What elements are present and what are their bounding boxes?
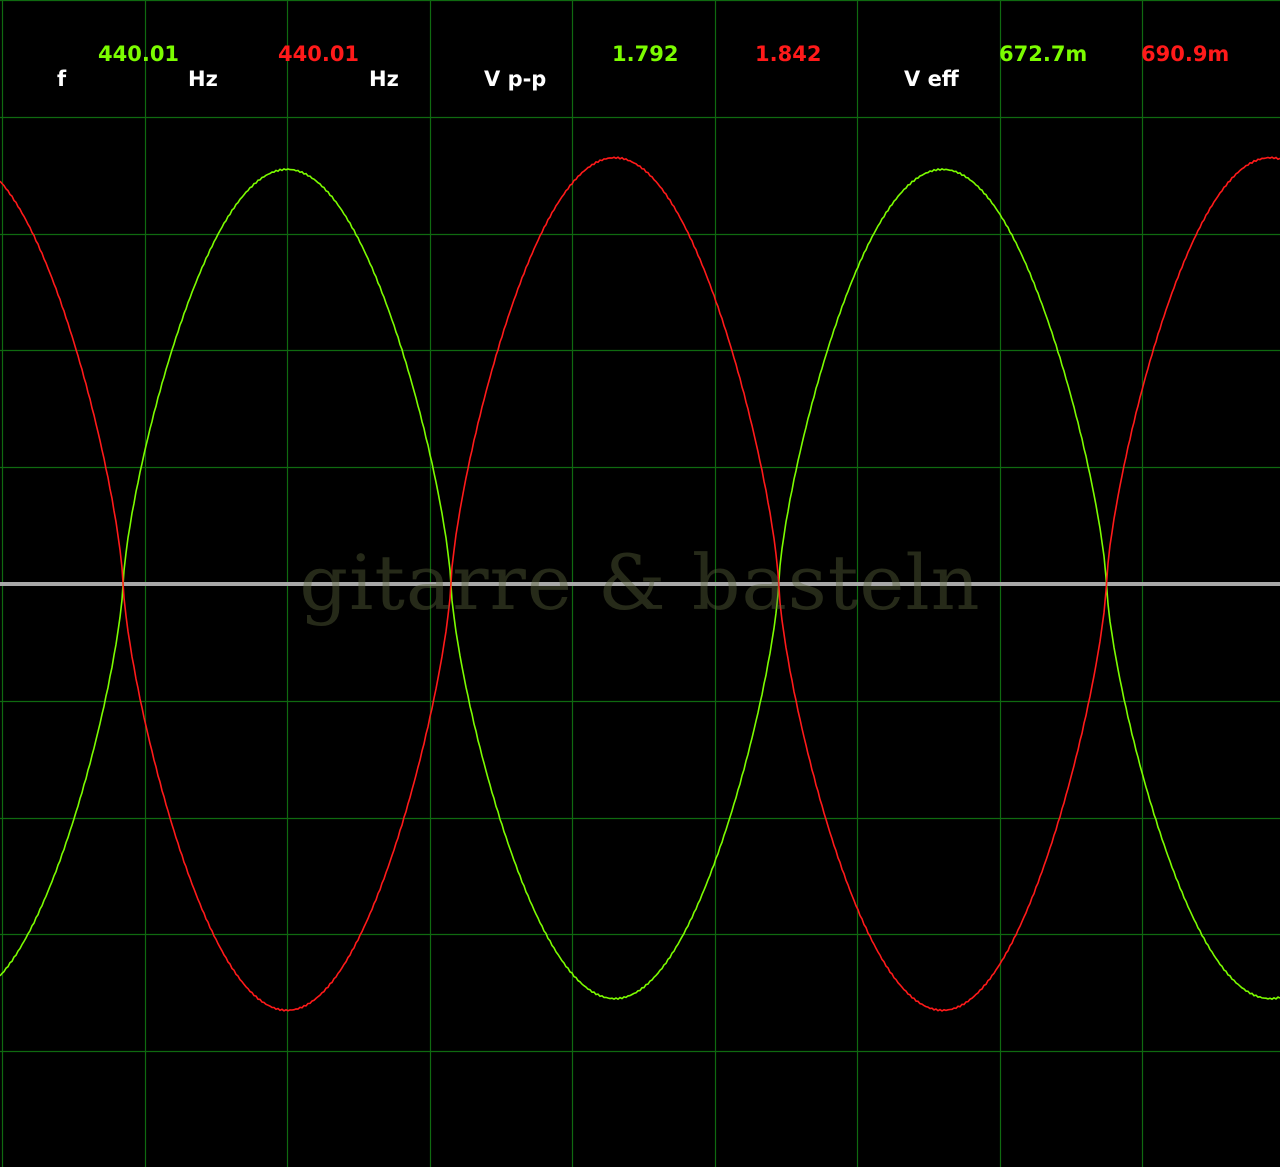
veff-ch2-value: 690.9m [1141, 42, 1230, 66]
frequency-ch2-unit: Hz [369, 67, 399, 91]
oscilloscope-screen: gitarre & basteln f 440.01 Hz 440.01 Hz … [0, 0, 1280, 1167]
vpp-label: V p-p [484, 67, 547, 91]
vpp-ch2-value: 1.842 [755, 42, 822, 66]
veff-label: V eff [904, 67, 959, 91]
veff-ch1-value: 672.7m [999, 42, 1088, 66]
vpp-ch1-value: 1.792 [612, 42, 679, 66]
scope-plot [0, 0, 1280, 1167]
frequency-ch1-value: 440.01 [98, 42, 180, 66]
frequency-label: f [57, 67, 67, 91]
frequency-ch2-value: 440.01 [278, 42, 360, 66]
frequency-ch1-unit: Hz [188, 67, 218, 91]
